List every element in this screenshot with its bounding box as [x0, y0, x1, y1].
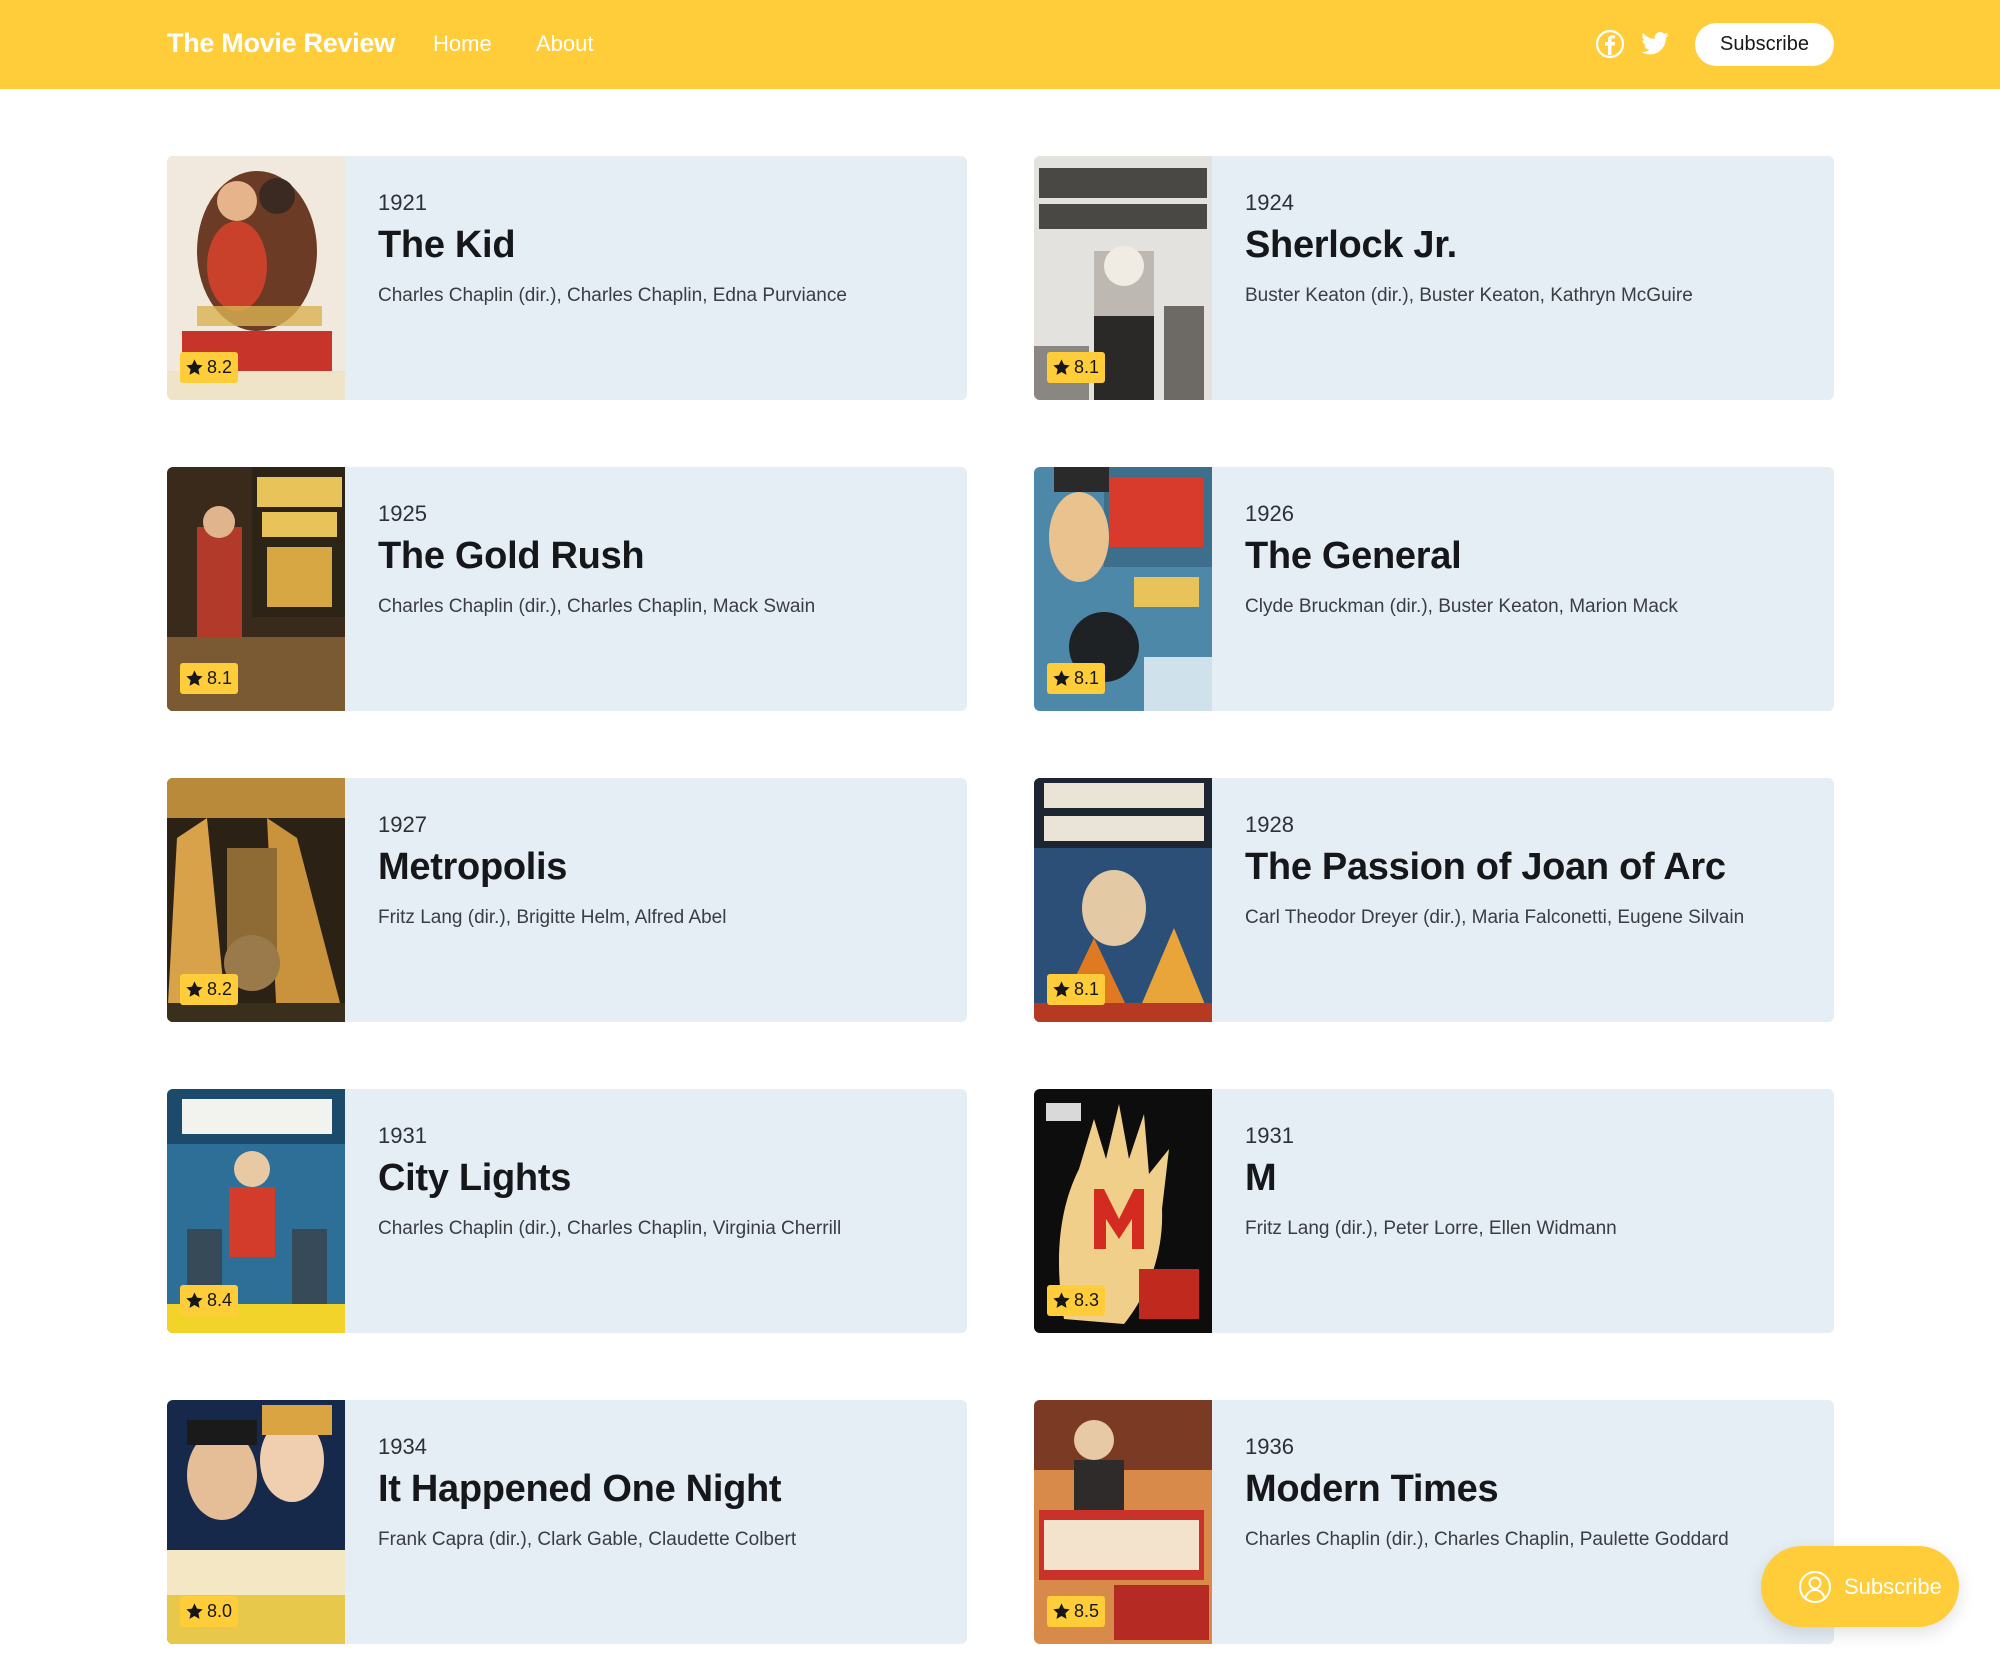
- movie-year: 1925: [378, 501, 427, 526]
- movie-title: M: [1245, 1157, 1277, 1199]
- movie-credits: Fritz Lang (dir.), Peter Lorre, Ellen Wi…: [1245, 1217, 1617, 1239]
- rating-badge: 8.2: [180, 352, 239, 383]
- star-icon: [1053, 981, 1070, 997]
- movie-credits: Charles Chaplin (dir.), Charles Chaplin,…: [1245, 1528, 1729, 1550]
- movie-card[interactable]: 8.1 1926 The General Clyde Bruckman (dir…: [1034, 467, 1834, 711]
- site-logo-link[interactable]: The Movie Review: [167, 28, 395, 59]
- movie-card[interactable]: 8.2 1921 The Kid Charles Chaplin (dir.),…: [167, 156, 967, 400]
- movie-card[interactable]: 8.0 1934 It Happened One Night Frank Cap…: [167, 1400, 967, 1644]
- movie-year: 1926: [1245, 501, 1294, 526]
- rating-badge: 8.4: [180, 1285, 239, 1316]
- movie-card[interactable]: 8.5 1936 Modern Times Charles Chaplin (d…: [1034, 1400, 1834, 1644]
- star-icon: [1053, 359, 1070, 375]
- movie-credits: Charles Chaplin (dir.), Charles Chaplin,…: [378, 1217, 842, 1239]
- rating-badge: 8.5: [1047, 1596, 1106, 1627]
- movie-year: 1928: [1245, 812, 1294, 837]
- movie-credits: Clyde Bruckman (dir.), Buster Keaton, Ma…: [1245, 595, 1678, 617]
- nav-link-about[interactable]: About: [536, 31, 594, 57]
- movie-poster: 8.1: [1034, 778, 1212, 1022]
- star-icon: [1053, 670, 1070, 686]
- rating-badge: 8.1: [1047, 974, 1106, 1005]
- movie-title: City Lights: [378, 1157, 572, 1199]
- floating-subscribe-label: Subscribe: [1844, 1573, 1942, 1599]
- movie-card[interactable]: 8.4 1931 City Lights Charles Chaplin (di…: [167, 1089, 967, 1333]
- rating-value: 8.4: [207, 1290, 233, 1310]
- movie-poster: 8.3: [1034, 1089, 1212, 1333]
- movie-year: 1934: [378, 1434, 427, 1459]
- site-header: The Movie Review Home About Subscribe: [0, 0, 2000, 89]
- rating-value: 8.0: [207, 1601, 233, 1621]
- star-icon: [186, 670, 203, 686]
- movie-year: 1924: [1245, 190, 1294, 215]
- movie-title: Sherlock Jr.: [1245, 224, 1457, 266]
- star-icon: [186, 1292, 203, 1308]
- movie-card[interactable]: 8.1 1924 Sherlock Jr. Buster Keaton (dir…: [1034, 156, 1834, 400]
- movie-year: 1936: [1245, 1434, 1294, 1459]
- movie-credits: Frank Capra (dir.), Clark Gable, Claudet…: [378, 1528, 797, 1550]
- movie-poster: 8.0: [167, 1400, 345, 1644]
- nav-link-home[interactable]: Home: [433, 31, 492, 57]
- movie-title: The Kid: [378, 224, 516, 266]
- star-icon: [186, 981, 203, 997]
- rating-badge: 8.1: [180, 663, 239, 694]
- rating-value: 8.1: [1074, 357, 1100, 377]
- rating-badge: 8.1: [1047, 352, 1106, 383]
- floating-subscribe-button[interactable]: Subscribe: [1761, 1546, 1959, 1627]
- movie-year: 1931: [1245, 1123, 1294, 1148]
- movie-credits: Charles Chaplin (dir.), Charles Chaplin,…: [378, 284, 847, 306]
- movie-poster: 8.1: [167, 467, 345, 711]
- rating-value: 8.2: [207, 357, 233, 377]
- movie-poster: 8.1: [1034, 156, 1212, 400]
- rating-value: 8.3: [1074, 1290, 1100, 1310]
- movie-title: The Passion of Joan of Arc: [1245, 846, 1726, 888]
- movie-card[interactable]: 8.1 1925 The Gold Rush Charles Chaplin (…: [167, 467, 967, 711]
- movie-credits: Charles Chaplin (dir.), Charles Chaplin,…: [378, 595, 816, 617]
- movie-title: The General: [1245, 535, 1462, 577]
- movie-credits: Fritz Lang (dir.), Brigitte Helm, Alfred…: [378, 906, 727, 928]
- movie-title: Metropolis: [378, 846, 568, 888]
- rating-badge: 8.0: [180, 1596, 239, 1627]
- star-icon: [1053, 1603, 1070, 1619]
- movie-year: 1927: [378, 812, 427, 837]
- star-icon: [186, 359, 203, 375]
- movie-credits: Buster Keaton (dir.), Buster Keaton, Kat…: [1245, 284, 1693, 306]
- rating-value: 8.1: [1074, 668, 1100, 688]
- movie-card[interactable]: 8.1 1928 The Passion of Joan of Arc Carl…: [1034, 778, 1834, 1022]
- rating-badge: 8.3: [1047, 1285, 1106, 1316]
- movie-year: 1931: [378, 1123, 427, 1148]
- movie-poster: 8.2: [167, 778, 345, 1022]
- header-subscribe-button[interactable]: Subscribe: [1695, 23, 1834, 66]
- user-icon: [1799, 1570, 1831, 1603]
- rating-badge: 8.1: [1047, 663, 1106, 694]
- star-icon: [1053, 1292, 1070, 1308]
- movie-poster: 8.1: [1034, 467, 1212, 711]
- facebook-icon[interactable]: [1595, 29, 1625, 59]
- rating-badge: 8.2: [180, 974, 239, 1005]
- rating-value: 8.1: [1074, 979, 1100, 999]
- twitter-icon[interactable]: [1640, 29, 1670, 59]
- rating-value: 8.5: [1074, 1601, 1100, 1621]
- movie-title: Modern Times: [1245, 1468, 1499, 1510]
- movie-poster: 8.2: [167, 156, 345, 400]
- movie-card[interactable]: 8.3 1931 M Fritz Lang (dir.), Peter Lorr…: [1034, 1089, 1834, 1333]
- movie-poster: 8.4: [167, 1089, 345, 1333]
- movie-card[interactable]: 8.2 1927 Metropolis Fritz Lang (dir.), B…: [167, 778, 967, 1022]
- star-icon: [186, 1603, 203, 1619]
- movie-year: 1921: [378, 190, 427, 215]
- movie-title: It Happened One Night: [378, 1468, 782, 1510]
- movie-title: The Gold Rush: [378, 535, 645, 577]
- movie-poster: 8.5: [1034, 1400, 1212, 1644]
- rating-value: 8.1: [207, 668, 233, 688]
- movie-credits: Carl Theodor Dreyer (dir.), Maria Falcon…: [1245, 906, 1745, 928]
- rating-value: 8.2: [207, 979, 233, 999]
